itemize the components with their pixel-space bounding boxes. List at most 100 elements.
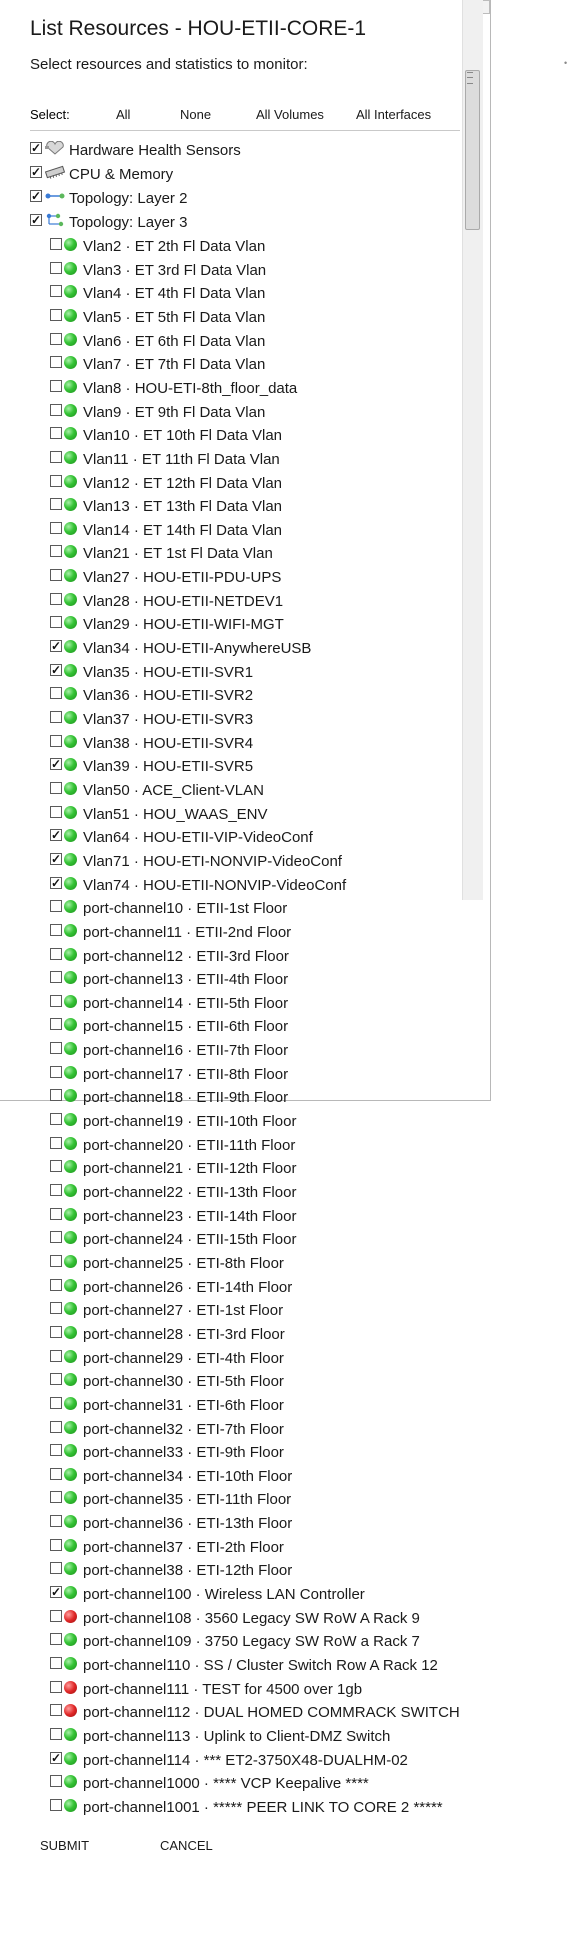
- interface-checkbox[interactable]: ✓: [50, 853, 62, 866]
- select-all-volumes-link[interactable]: All Volumes: [256, 107, 324, 122]
- category-checkbox[interactable]: ✓: [30, 142, 42, 155]
- interface-label: Vlan74 · HOU-ETII-NONVIP-VideoConf: [83, 877, 347, 894]
- interface-checkbox[interactable]: [50, 1610, 62, 1623]
- interface-checkbox[interactable]: [50, 262, 62, 275]
- select-all-interfaces-link[interactable]: All Interfaces: [356, 107, 431, 122]
- interface-checkbox[interactable]: [50, 498, 62, 511]
- interface-checkbox[interactable]: [50, 924, 62, 937]
- status-down-icon: [64, 1703, 77, 1717]
- interface-checkbox[interactable]: [50, 1089, 62, 1102]
- interface-checkbox[interactable]: [50, 569, 62, 582]
- status-up-icon: [64, 1656, 77, 1670]
- interface-checkbox[interactable]: [50, 427, 62, 440]
- interface-checkbox[interactable]: [50, 404, 62, 417]
- interface-checkbox[interactable]: ✓: [50, 1586, 62, 1599]
- interface-checkbox[interactable]: [50, 687, 62, 700]
- category-checkbox[interactable]: ✓: [30, 214, 42, 227]
- interface-checkbox[interactable]: [50, 333, 62, 346]
- interface-checkbox[interactable]: [50, 1042, 62, 1055]
- interface-checkbox[interactable]: [50, 1397, 62, 1410]
- interface-row: port-channel113 · Uplink to Client-DMZ S…: [50, 1727, 390, 1747]
- interface-checkbox[interactable]: [50, 356, 62, 369]
- interface-label: port-channel100 · Wireless LAN Controlle…: [83, 1586, 365, 1603]
- interface-checkbox[interactable]: ✓: [50, 1752, 62, 1765]
- interface-checkbox[interactable]: [50, 1562, 62, 1575]
- interface-checkbox[interactable]: [50, 1208, 62, 1221]
- interface-checkbox[interactable]: ✓: [50, 664, 62, 677]
- interface-label: Vlan7 · ET 7th Fl Data Vlan: [83, 356, 266, 373]
- interface-checkbox[interactable]: [50, 1350, 62, 1363]
- interface-checkbox[interactable]: [50, 948, 62, 961]
- interface-checkbox[interactable]: [50, 522, 62, 535]
- interface-checkbox[interactable]: [50, 616, 62, 629]
- interface-checkbox[interactable]: [50, 900, 62, 913]
- interface-checkbox[interactable]: [50, 735, 62, 748]
- interface-checkbox[interactable]: [50, 1184, 62, 1197]
- interface-label: port-channel20 · ETII-11th Floor: [83, 1137, 296, 1154]
- interface-label: port-channel28 · ETI-3rd Floor: [83, 1326, 285, 1343]
- interface-checkbox[interactable]: [50, 1160, 62, 1173]
- interface-checkbox[interactable]: [50, 1775, 62, 1788]
- interface-checkbox[interactable]: [50, 1326, 62, 1339]
- interface-checkbox[interactable]: [50, 309, 62, 322]
- interface-row: port-channel108 · 3560 Legacy SW RoW A R…: [50, 1609, 420, 1629]
- status-up-icon: [64, 899, 77, 913]
- interface-checkbox[interactable]: ✓: [50, 640, 62, 653]
- interface-checkbox[interactable]: [50, 806, 62, 819]
- interface-checkbox[interactable]: ✓: [50, 758, 62, 771]
- interface-checkbox[interactable]: [50, 1799, 62, 1812]
- vertical-scrollbar[interactable]: [462, 0, 483, 900]
- interface-checkbox[interactable]: [50, 1468, 62, 1481]
- select-all-link[interactable]: All: [116, 107, 130, 122]
- interface-checkbox[interactable]: [50, 1137, 62, 1150]
- interface-row: ✓ Vlan71 · HOU-ETI-NONVIP-VideoConf: [50, 852, 342, 872]
- interface-checkbox[interactable]: [50, 1231, 62, 1244]
- interface-label: port-channel37 · ETI-2th Floor: [83, 1539, 284, 1556]
- interface-checkbox[interactable]: [50, 995, 62, 1008]
- category-checkbox[interactable]: ✓: [30, 190, 42, 203]
- interface-checkbox[interactable]: [50, 1657, 62, 1670]
- interface-label: Vlan3 · ET 3rd Fl Data Vlan: [83, 262, 267, 279]
- interface-checkbox[interactable]: [50, 1491, 62, 1504]
- interface-checkbox[interactable]: [50, 1113, 62, 1126]
- interface-checkbox[interactable]: ✓: [50, 877, 62, 890]
- interface-checkbox[interactable]: [50, 285, 62, 298]
- interface-checkbox[interactable]: [50, 475, 62, 488]
- interface-checkbox[interactable]: [50, 1539, 62, 1552]
- interface-checkbox[interactable]: [50, 1444, 62, 1457]
- interface-row: Vlan37 · HOU-ETII-SVR3: [50, 710, 253, 730]
- interface-checkbox[interactable]: [50, 711, 62, 724]
- interface-checkbox[interactable]: [50, 1302, 62, 1315]
- interface-checkbox[interactable]: [50, 1728, 62, 1741]
- interface-checkbox[interactable]: [50, 1373, 62, 1386]
- status-up-icon: [64, 308, 77, 322]
- status-up-icon: [64, 592, 77, 606]
- submit-button[interactable]: SUBMIT: [40, 1838, 89, 1853]
- interface-row: port-channel21 · ETII-12th Floor: [50, 1159, 296, 1179]
- interface-checkbox[interactable]: ✓: [50, 829, 62, 842]
- interface-checkbox[interactable]: [50, 593, 62, 606]
- interface-checkbox[interactable]: [50, 1515, 62, 1528]
- interface-row: port-channel27 · ETI-1st Floor: [50, 1301, 283, 1321]
- interface-checkbox[interactable]: [50, 451, 62, 464]
- interface-checkbox[interactable]: [50, 238, 62, 251]
- cancel-button[interactable]: CANCEL: [160, 1838, 213, 1853]
- category-checkbox[interactable]: ✓: [30, 166, 42, 179]
- interface-checkbox[interactable]: [50, 1018, 62, 1031]
- status-up-icon: [64, 1798, 77, 1812]
- interface-checkbox[interactable]: [50, 380, 62, 393]
- interface-checkbox[interactable]: [50, 545, 62, 558]
- interface-checkbox[interactable]: [50, 782, 62, 795]
- interface-checkbox[interactable]: [50, 1633, 62, 1646]
- interface-label: Vlan38 · HOU-ETII-SVR4: [83, 735, 254, 752]
- interface-checkbox[interactable]: [50, 971, 62, 984]
- interface-checkbox[interactable]: [50, 1279, 62, 1292]
- scrollbar-thumb[interactable]: [465, 70, 480, 230]
- interface-checkbox[interactable]: [50, 1066, 62, 1079]
- interface-checkbox[interactable]: [50, 1681, 62, 1694]
- interface-checkbox[interactable]: [50, 1704, 62, 1717]
- interface-checkbox[interactable]: [50, 1255, 62, 1268]
- select-none-link[interactable]: None: [180, 107, 211, 122]
- interface-checkbox[interactable]: [50, 1421, 62, 1434]
- status-up-icon: [64, 1514, 77, 1528]
